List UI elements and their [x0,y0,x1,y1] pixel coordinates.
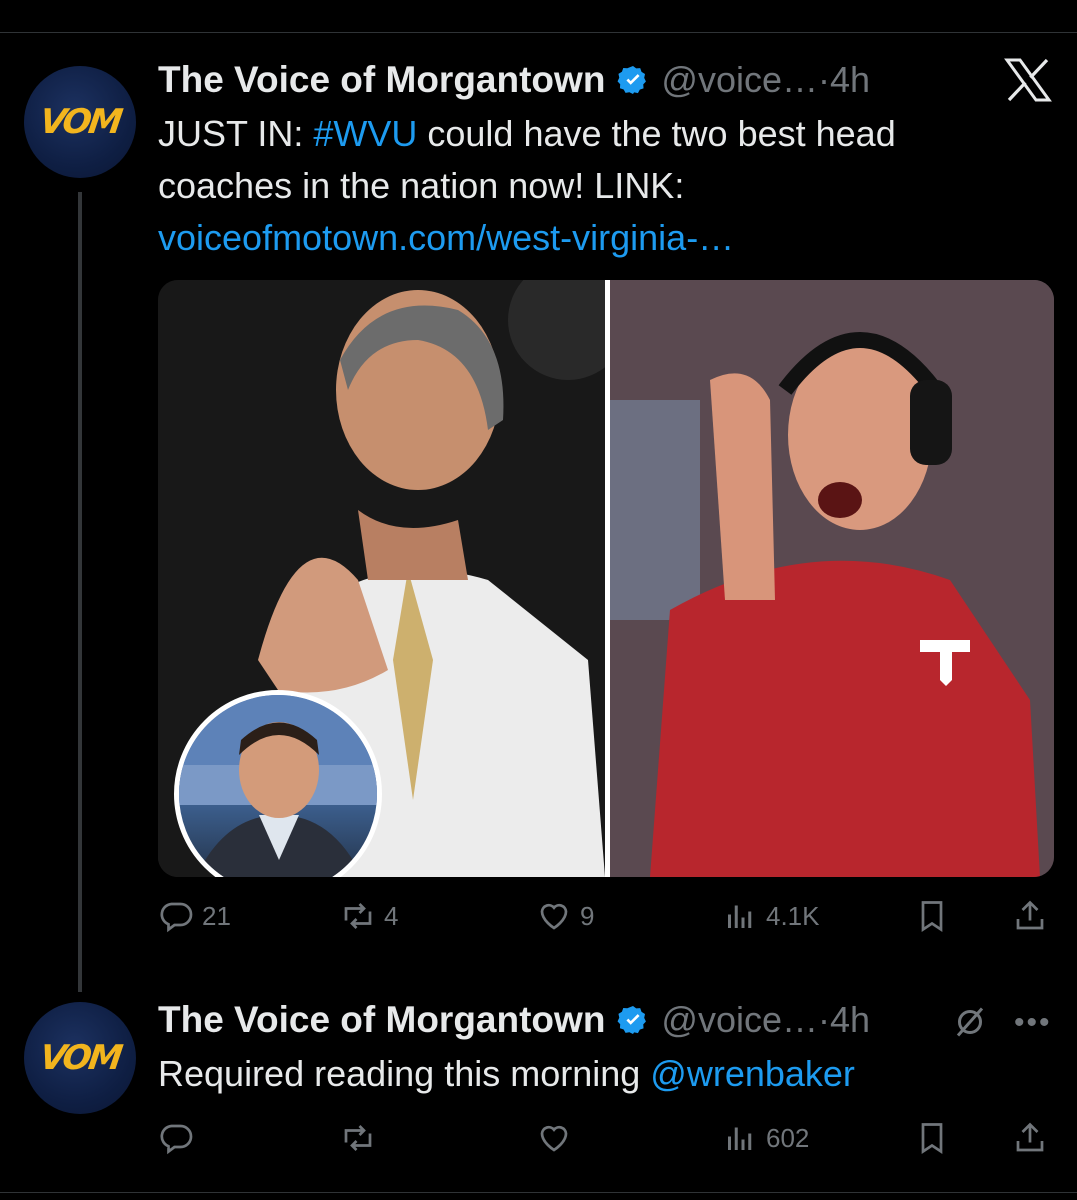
timestamp[interactable]: 4h [830,999,870,1041]
article-link[interactable]: voiceofmotown.com/west-virginia-… [158,217,734,258]
heart-icon [540,1125,568,1152]
handle[interactable]: @voice… [661,59,818,101]
like-button[interactable]: 9 [536,898,594,934]
like-button[interactable] [536,1120,572,1156]
tweet-header: The Voice of Morgantown @voice… · 4h [158,996,870,1044]
bookmark-icon [921,1123,943,1155]
photo-coach-right[interactable] [610,280,1054,877]
more-dots-icon[interactable]: ••• [1014,1006,1052,1040]
top-divider [0,32,1077,33]
x-logo-icon [1004,58,1052,102]
tweet-actions: 602 [158,1120,1054,1160]
views-icon [728,1127,752,1150]
avatar-logo-text: VOM [37,1038,123,1078]
tweet-actions: 21 4 9 4.1K [158,898,1054,938]
smiling-man-illustration [179,695,377,877]
views-count: 602 [766,1122,810,1153]
tweet-text-part: Required reading this morning [158,1053,651,1094]
timestamp[interactable]: 4h [830,59,870,101]
reply-button[interactable]: 21 [158,898,231,934]
tweet-text: Required reading this morning @wrenbaker [158,1048,1018,1100]
bookmark-button[interactable] [914,1120,950,1156]
separator-dot: · [818,59,831,100]
retweet-button[interactable]: 4 [340,898,398,934]
avatar[interactable]: VOM [24,1002,136,1114]
separator-dot: · [818,999,831,1040]
share-icon [1016,1122,1044,1152]
views-icon [728,905,752,928]
reply-icon [160,902,193,933]
bookmark-icon [921,901,943,933]
share-button[interactable] [1012,898,1048,934]
like-count: 9 [580,900,595,931]
views-count: 4.1K [766,900,820,931]
tweet-media[interactable] [158,280,1054,877]
avatar-logo-text: VOM [37,102,123,142]
views-button[interactable]: 4.1K [722,898,820,934]
heart-icon [540,903,568,930]
reply-button[interactable] [158,1120,194,1156]
handle[interactable]: @voice… [661,999,818,1041]
mention-link[interactable]: @wrenbaker [650,1053,855,1094]
display-name[interactable]: The Voice of Morgantown [158,59,605,101]
avatar[interactable]: VOM [24,66,136,178]
photo-coach-left[interactable] [158,280,628,877]
verified-badge-icon [617,1006,647,1034]
retweet-count: 4 [384,900,399,931]
retweet-icon [344,903,372,929]
reply-icon [160,1124,193,1155]
coach-headset-illustration [610,280,1054,877]
retweet-icon [344,1125,372,1151]
thread-line [78,192,82,992]
grok-icon[interactable] [952,1004,988,1040]
verified-badge-icon [617,66,647,94]
bookmark-button[interactable] [914,898,950,934]
tweet-text: JUST IN: #WVU could have the two best he… [158,108,1018,264]
views-button[interactable]: 602 [722,1120,809,1156]
hashtag-link[interactable]: #WVU [313,113,417,154]
tweet-header: The Voice of Morgantown @voice… · 4h [158,56,870,104]
retweet-button[interactable] [340,1120,376,1156]
share-icon [1016,900,1044,930]
reply-count: 21 [202,900,231,931]
tweet-text-part: JUST IN: [158,113,314,154]
display-name[interactable]: The Voice of Morgantown [158,999,605,1041]
bottom-divider [0,1192,1077,1193]
share-button[interactable] [1012,1120,1048,1156]
